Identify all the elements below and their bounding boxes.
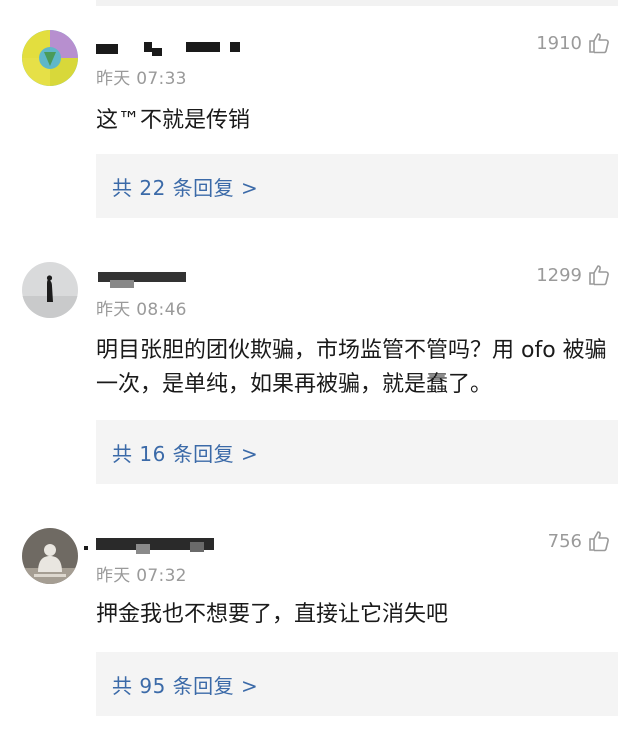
- view-replies-link[interactable]: 共 22 条回复 >: [96, 154, 618, 218]
- comment-text: 押金我也不想要了，直接让它消失吧: [96, 602, 449, 627]
- avatar-image-2: [22, 262, 78, 318]
- like-button[interactable]: 756: [548, 530, 610, 552]
- username-redacted[interactable]: [96, 270, 246, 288]
- thumbs-up-icon: [589, 265, 609, 286]
- comment-text: 明目张胆的团伙欺骗，市场监管不管吗？用 ofo 被骗一次，是单纯，如果再被骗，就…: [96, 338, 607, 397]
- like-button[interactable]: 1299: [536, 264, 610, 286]
- like-count: 756: [547, 530, 582, 552]
- thumbs-up-icon: [589, 33, 609, 54]
- comment-time: 昨天 07:33: [96, 69, 187, 89]
- comment-time: 昨天 08:46: [96, 300, 187, 320]
- username-redacted[interactable]: [96, 40, 246, 56]
- view-replies-link[interactable]: 共 16 条回复 >: [96, 420, 618, 484]
- like-count: 1910: [536, 32, 582, 54]
- thumbs-up-icon: [589, 531, 609, 552]
- avatar[interactable]: [22, 528, 78, 584]
- avatar[interactable]: [22, 262, 78, 318]
- avatar-image-3: [22, 528, 78, 584]
- like-count: 1299: [536, 264, 582, 286]
- avatar-image-1: [22, 30, 78, 86]
- like-button[interactable]: 1910: [536, 32, 610, 54]
- comment-time: 昨天 07:32: [96, 566, 187, 586]
- previous-reply-box-edge: [96, 0, 618, 6]
- comment-text: 这™不就是传销: [96, 108, 251, 133]
- username-redacted[interactable]: [84, 536, 246, 554]
- avatar[interactable]: [22, 30, 78, 86]
- view-replies-link[interactable]: 共 95 条回复 >: [96, 652, 618, 716]
